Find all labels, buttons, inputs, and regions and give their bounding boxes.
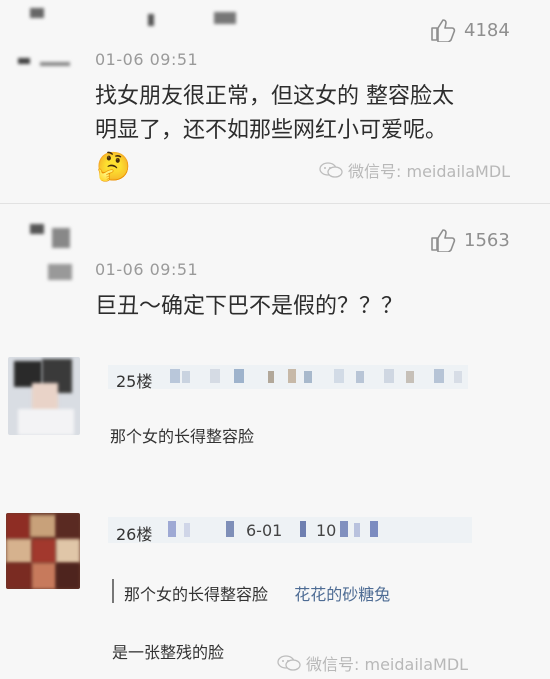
reply-header-bar <box>108 517 472 543</box>
blurred-number-fragment: 10 <box>316 521 337 540</box>
floor-number: 26楼 <box>116 525 153 544</box>
comment-timestamp: 01-06 09:51 <box>95 50 199 69</box>
blurred-username <box>30 8 44 18</box>
thumbs-up-icon <box>431 229 456 252</box>
reply-text: 是一张整残的脸 <box>112 643 225 662</box>
blurred-username-fragment <box>214 12 236 24</box>
blurred-date-fragment: 6-01 <box>246 521 283 540</box>
watermark: 微信号: meidailaMDL <box>318 158 510 182</box>
comment-timestamp: 01-06 09:51 <box>95 260 199 279</box>
reply-text: 那个女的长得整容脸 <box>110 427 255 446</box>
quoted-text: 那个女的长得整容脸 <box>124 585 269 604</box>
floor-number: 25楼 <box>116 372 153 391</box>
watermark: 微信号: meidailaMDL <box>276 651 468 675</box>
watermark-text: 微信号: meidailaMDL <box>348 162 511 181</box>
comment-text: 巨丑～确定下巴不是假的？？？ <box>95 294 404 319</box>
like-count: 4184 <box>464 19 510 41</box>
watermark-text: 微信号: meidailaMDL <box>306 655 469 674</box>
reply-thread: 25楼 那个女的长得整容脸 26楼 6-01 10 那个女的长得整容脸 花花的砂… <box>0 345 550 679</box>
quoted-username[interactable]: 花花的砂糖兔 <box>294 585 390 604</box>
comment-card-1: 01-06 09:51 4184 找女朋友很正常，但这女的 整容脸太 明显了，还… <box>0 0 550 203</box>
comment-text-line-2: 明显了，还不如那些网红小可爱呢。 <box>95 118 448 143</box>
wechat-icon <box>319 162 343 178</box>
blurred-avatar-fragment <box>18 58 30 64</box>
like-count: 1563 <box>464 229 510 251</box>
blurred-avatar-fragment <box>52 228 70 248</box>
quote-bar <box>112 579 114 603</box>
thumbs-up-icon <box>431 19 456 42</box>
blurred-username-fragment <box>148 14 154 26</box>
comment-text-line-1: 找女朋友很正常，但这女的 整容脸太 <box>95 84 454 109</box>
avatar <box>6 513 80 589</box>
blurred-avatar-fragment <box>40 62 70 66</box>
avatar <box>8 357 80 435</box>
wechat-icon <box>277 655 301 671</box>
like-button[interactable]: 4184 <box>430 18 510 42</box>
quoted-reply: 那个女的长得整容脸 花花的砂糖兔 <box>124 581 390 605</box>
like-button[interactable]: 1563 <box>430 228 510 252</box>
blurred-avatar-fragment <box>48 264 72 280</box>
blurred-avatar-fragment <box>30 224 44 234</box>
comment-card-2: 01-06 09:51 1563 巨丑～确定下巴不是假的？？？ <box>0 203 550 346</box>
thinking-emoji: 🤔 <box>96 150 131 183</box>
